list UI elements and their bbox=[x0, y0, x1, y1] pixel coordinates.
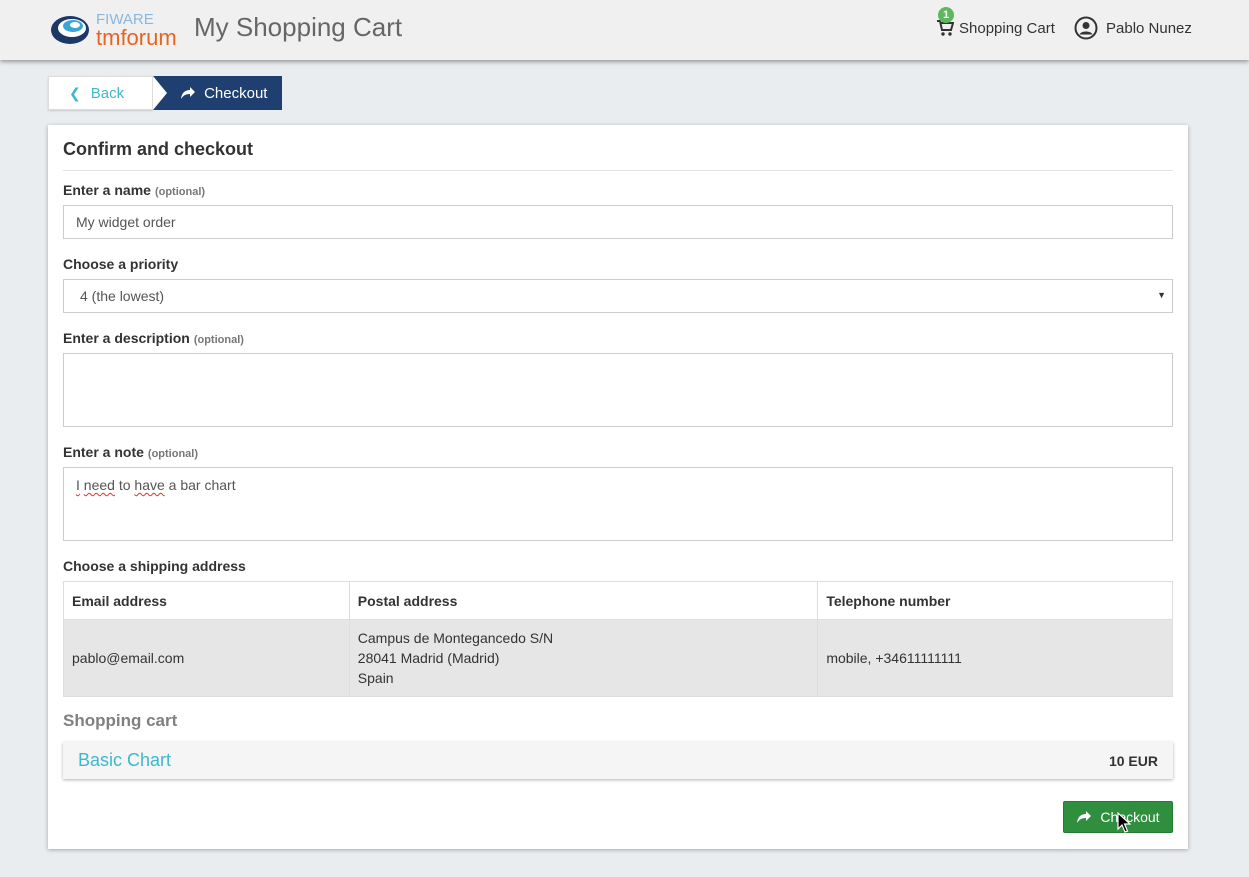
table-header-row: Email address Postal address Telephone n… bbox=[63, 581, 1173, 620]
checkout-step-label: Checkout bbox=[204, 84, 268, 102]
optional-hint: (optional) bbox=[193, 334, 244, 346]
name-label-text: Enter a name bbox=[63, 182, 151, 198]
panel-title: Confirm and checkout bbox=[63, 139, 1173, 171]
cart-item-name-link[interactable]: Basic Chart bbox=[78, 750, 171, 771]
cart-count-badge: 1 bbox=[938, 7, 954, 23]
optional-hint: (optional) bbox=[147, 448, 199, 460]
page-title: My Shopping Cart bbox=[194, 12, 403, 42]
user-icon bbox=[1074, 16, 1098, 40]
note-label-text: Enter a note bbox=[63, 444, 144, 460]
cart-item-price: 10 EUR bbox=[1108, 753, 1158, 769]
name-label: Enter a name (optional) bbox=[63, 182, 205, 198]
column-header-email: Email address bbox=[63, 581, 350, 620]
column-header-phone: Telephone number bbox=[817, 581, 1173, 620]
user-name: Pablo Nunez bbox=[1106, 19, 1192, 37]
shipping-address-table: Email address Postal address Telephone n… bbox=[63, 581, 1173, 697]
optional-hint: (optional) bbox=[154, 186, 206, 198]
back-button[interactable]: ❮ Back bbox=[48, 76, 154, 110]
postal-cell: Campus de Montegancedo S/N 28041 Madrid … bbox=[348, 619, 819, 697]
note-rest: a bar chart bbox=[168, 477, 236, 493]
share-arrow-icon bbox=[1077, 811, 1092, 823]
column-header-postal: Postal address bbox=[348, 581, 819, 620]
shopping-cart-heading: Shopping cart bbox=[63, 711, 178, 730]
list-item: Basic Chart 10 EUR bbox=[63, 742, 1173, 779]
postal-line: 28041 Madrid (Madrid) bbox=[357, 650, 500, 666]
postal-line: Spain bbox=[357, 670, 394, 686]
email-cell: pablo@email.com bbox=[63, 619, 350, 697]
description-label: Enter a description (optional) bbox=[63, 330, 244, 346]
note-word: need bbox=[83, 477, 115, 493]
shopping-cart-link[interactable]: 1 Shopping Cart bbox=[936, 7, 1055, 39]
description-textarea[interactable] bbox=[63, 353, 1173, 427]
postal-line: Campus de Montegancedo S/N bbox=[357, 630, 554, 646]
note-label: Enter a note (optional) bbox=[63, 444, 198, 460]
mouse-cursor-icon bbox=[1117, 812, 1131, 833]
note-word: have bbox=[134, 477, 165, 493]
top-navbar: FIWARE tmforum My Shopping Cart 1 Shoppi… bbox=[0, 0, 1249, 60]
caret-down-icon: ▼ bbox=[1157, 290, 1166, 300]
note-textarea[interactable]: I need to have a bar chart bbox=[63, 467, 1173, 541]
chevron-left-icon: ❮ bbox=[69, 84, 81, 101]
user-menu[interactable]: Pablo Nunez bbox=[1074, 15, 1192, 41]
checkout-step[interactable]: Checkout bbox=[153, 76, 283, 110]
description-label-text: Enter a description bbox=[63, 330, 190, 346]
step-navigation: ❮ Back Checkout bbox=[48, 76, 283, 110]
priority-label: Choose a priority bbox=[63, 256, 179, 272]
name-input[interactable]: My widget order bbox=[63, 205, 1173, 239]
priority-select[interactable]: 4 (the lowest) ▼ bbox=[63, 279, 1173, 313]
shipping-label: Choose a shipping address bbox=[63, 558, 246, 574]
checkout-panel: Confirm and checkout Enter a name (option… bbox=[48, 125, 1188, 849]
note-word: I bbox=[76, 477, 80, 493]
share-arrow-icon bbox=[181, 87, 196, 99]
priority-select-value: 4 (the lowest) bbox=[80, 288, 165, 304]
name-input-value: My widget order bbox=[76, 214, 176, 230]
table-row[interactable]: pablo@email.com Campus de Montegancedo S… bbox=[63, 619, 1173, 697]
fiware-tmforum-logo[interactable]: FIWARE tmforum bbox=[50, 9, 186, 49]
shopping-cart-label: Shopping Cart bbox=[959, 19, 1055, 37]
note-word: to bbox=[118, 477, 131, 493]
phone-cell: mobile, +34611111111 bbox=[817, 619, 1173, 697]
svg-text:tmforum: tmforum bbox=[96, 25, 177, 49]
back-label: Back bbox=[90, 84, 125, 102]
